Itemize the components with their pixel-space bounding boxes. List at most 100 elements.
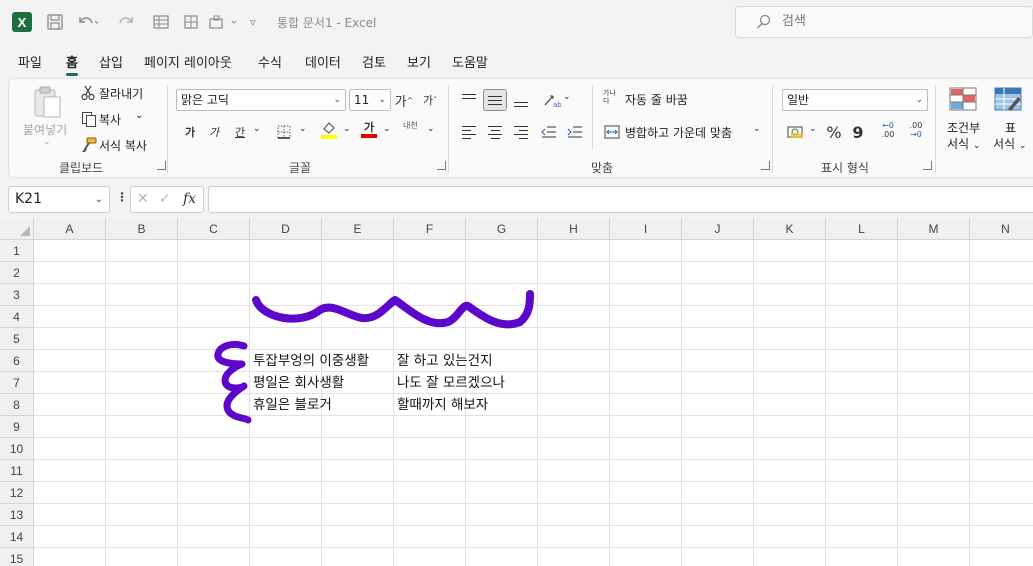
copy-button[interactable]: 복사 (99, 111, 121, 128)
tab-file[interactable]: 파일 (18, 52, 42, 71)
more-options-icon[interactable]: ⋮ (116, 190, 128, 204)
align-center-icon[interactable] (485, 121, 505, 143)
wrap-text-button[interactable]: 자동 줄 바꿈 (625, 91, 688, 108)
font-launcher-icon[interactable] (437, 161, 446, 170)
ribbon-tabs: 파일 홈 삽입 페이지 레이아웃 수식 데이터 검토 보기 도움말 (0, 50, 1033, 76)
ribbon: 붙여넣기 ⌄ 잘라내기 복사 ⌄ 서식 복사 클립보드 맑은 고딕 ⌄ 11 ⌄ 가… (8, 78, 1033, 178)
wrap-text-icon[interactable]: 가나 다 (603, 89, 621, 105)
align-left-icon[interactable] (459, 121, 479, 143)
tab-help[interactable]: 도움말 (452, 52, 488, 71)
conditional-formatting-button[interactable]: 조건부 (947, 119, 980, 136)
orientation-icon[interactable]: ab (541, 89, 563, 111)
fill-color-dropdown-icon[interactable]: ⌄ (343, 124, 351, 134)
increase-indent-icon[interactable] (565, 121, 585, 143)
align-top-icon[interactable] (459, 89, 479, 111)
undo-icon[interactable] (76, 12, 98, 32)
formula-input[interactable] (208, 186, 1033, 213)
cancel-icon[interactable]: ✕ (137, 191, 149, 207)
clipboard-group-label: 클립보드 (59, 161, 104, 175)
paste-button[interactable]: 붙여넣기 (23, 121, 67, 138)
font-name-select[interactable]: 맑은 고딕 ⌄ (176, 89, 346, 111)
sort-icon[interactable] (182, 12, 200, 32)
align-right-icon[interactable] (511, 121, 531, 143)
decrease-indent-icon[interactable] (539, 121, 559, 143)
format-as-table-icon[interactable] (994, 87, 1024, 116)
font-size-select[interactable]: 11 ⌄ (349, 89, 391, 111)
decrease-decimal-button[interactable]: .00 →0 (903, 119, 929, 141)
form-icon[interactable] (152, 12, 170, 32)
accounting-format-icon[interactable] (785, 121, 807, 143)
worksheet-grid: ABCDEFGHIJKLMN 1 2 3 4 5 6 7 8 9 10 11 12 13 14 15 투잡부… (0, 218, 1033, 566)
name-box-dropdown-icon[interactable]: ⌄ (95, 187, 103, 212)
conditional-formatting-icon[interactable] (949, 87, 979, 116)
touch-mode-icon[interactable] (208, 12, 238, 32)
ribbon-separator (772, 85, 773, 173)
copy-dropdown-icon[interactable]: ⌄ (135, 110, 143, 121)
tab-formulas[interactable]: 수식 (258, 52, 282, 71)
tab-insert[interactable]: 삽입 (99, 52, 123, 71)
grow-font-button[interactable]: 가 ^ (393, 89, 415, 111)
tab-data[interactable]: 데이터 (305, 52, 341, 71)
name-box[interactable]: K21 ⌄ (8, 186, 110, 213)
tab-view[interactable]: 보기 (407, 52, 431, 71)
shrink-font-button[interactable]: 가ˇ (419, 89, 441, 111)
underline-button[interactable]: 간 (231, 121, 249, 143)
number-format-select[interactable]: 일반 ⌄ (782, 89, 928, 111)
fill-color-icon[interactable] (319, 119, 339, 141)
phonetic-dropdown-icon[interactable]: ⌄ (427, 124, 435, 134)
format-painter-icon[interactable] (81, 137, 97, 156)
comma-style-button[interactable]: 9 (849, 121, 867, 143)
merge-center-icon[interactable] (603, 121, 621, 143)
formula-buttons: ✕ ✓ fx (130, 186, 204, 213)
clipboard-launcher-icon[interactable] (157, 161, 166, 170)
merge-dropdown-icon[interactable]: ⌄ (753, 124, 761, 134)
excel-logo: X (12, 12, 32, 32)
format-painter-button[interactable]: 서식 복사 (99, 137, 147, 154)
borders-dropdown-icon[interactable]: ⌄ (299, 124, 307, 134)
font-group-label: 글꼴 (289, 161, 312, 175)
cut-icon[interactable] (81, 85, 95, 104)
ribbon-separator (448, 85, 449, 173)
alignment-launcher-icon[interactable] (761, 161, 770, 170)
align-bottom-icon[interactable] (511, 89, 531, 111)
search-icon (756, 14, 772, 34)
phonetic-button[interactable]: 내천 (403, 121, 419, 130)
ink-stroke-wave (252, 290, 534, 329)
underline-dropdown-icon[interactable]: ⌄ (253, 124, 261, 134)
tab-review[interactable]: 검토 (362, 52, 386, 71)
ribbon-separator (167, 85, 168, 173)
orientation-dropdown-icon[interactable]: ⌄ (563, 92, 571, 102)
font-color-button[interactable]: 가 (359, 119, 379, 141)
accounting-dropdown-icon[interactable]: ⌄ (809, 124, 817, 134)
paste-icon[interactable] (31, 85, 63, 122)
redo-icon[interactable] (116, 12, 138, 32)
merge-center-button[interactable]: 병합하고 가운데 맞춤 (625, 124, 732, 141)
ribbon-separator (935, 85, 936, 173)
cut-button[interactable]: 잘라내기 (99, 85, 143, 102)
copy-icon[interactable] (81, 111, 97, 130)
italic-button[interactable]: 가 (205, 121, 223, 143)
formula-bar: K21 ⌄ ⋮ ✕ ✓ fx (0, 184, 1033, 216)
save-icon[interactable] (46, 12, 64, 32)
tab-page-layout[interactable]: 페이지 레이아웃 (144, 52, 232, 71)
percent-style-button[interactable]: % (823, 121, 845, 143)
paste-dropdown-icon[interactable]: ⌄ (43, 137, 51, 147)
font-color-dropdown-icon[interactable]: ⌄ (383, 124, 391, 134)
tab-home[interactable]: 홈 (66, 52, 78, 76)
enter-icon[interactable]: ✓ (159, 191, 171, 207)
customize-icon[interactable]: ▿ (250, 12, 256, 32)
align-middle-icon[interactable] (483, 89, 507, 111)
number-group-label: 표시 형식 (821, 161, 869, 175)
format-as-table-button[interactable]: 표 (1005, 119, 1016, 136)
number-launcher-icon[interactable] (923, 161, 932, 170)
ink-drawing (214, 290, 534, 424)
insert-function-icon[interactable]: fx (183, 191, 196, 207)
format-as-table-dropdown[interactable]: 서식 ⌄ (993, 135, 1026, 152)
ribbon-separator (592, 85, 593, 149)
search-box[interactable] (735, 6, 1033, 38)
borders-icon[interactable] (275, 121, 293, 143)
conditional-formatting-dropdown[interactable]: 서식 ⌄ (947, 135, 980, 152)
bold-button[interactable]: 가 (181, 121, 199, 143)
increase-decimal-button[interactable]: ←0.00 (875, 119, 901, 141)
search-input[interactable] (782, 14, 982, 29)
